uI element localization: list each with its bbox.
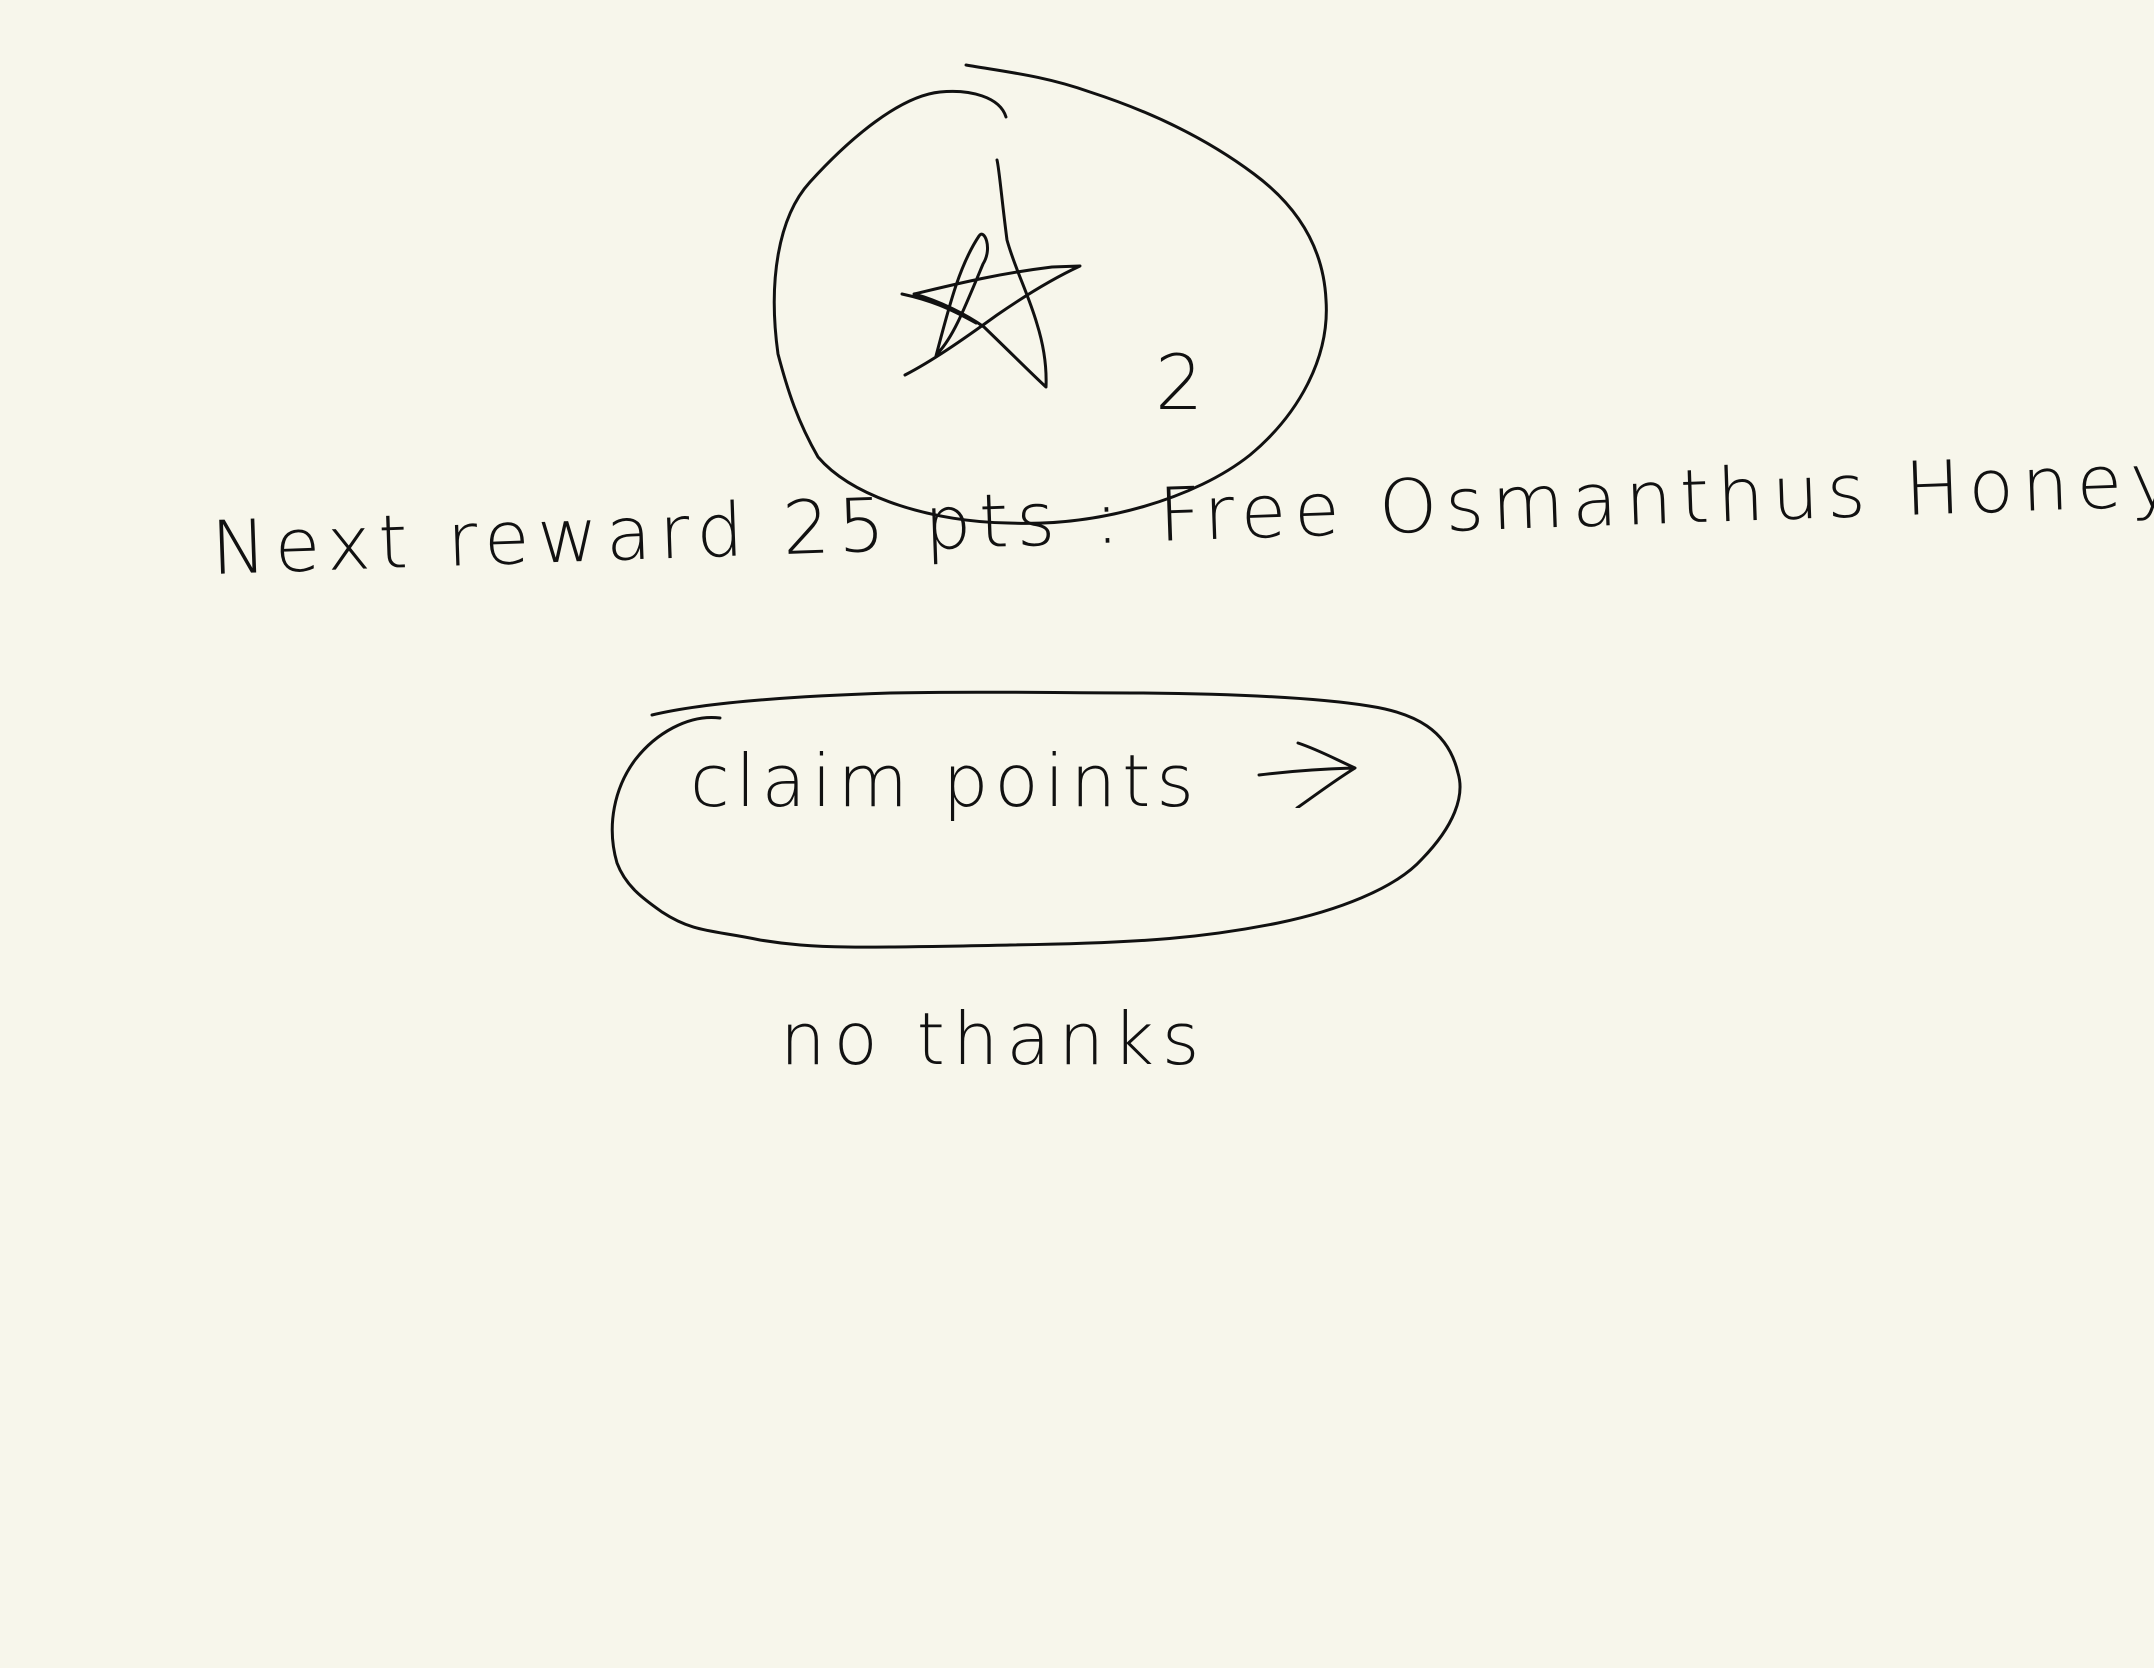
- arrow-right-icon: [1257, 741, 1357, 808]
- star-icon: [900, 158, 1082, 389]
- points-count: 2: [1155, 338, 1204, 427]
- no-thanks-link[interactable]: no thanks: [780, 1003, 1207, 1075]
- claim-points-label: claim points: [690, 739, 1200, 823]
